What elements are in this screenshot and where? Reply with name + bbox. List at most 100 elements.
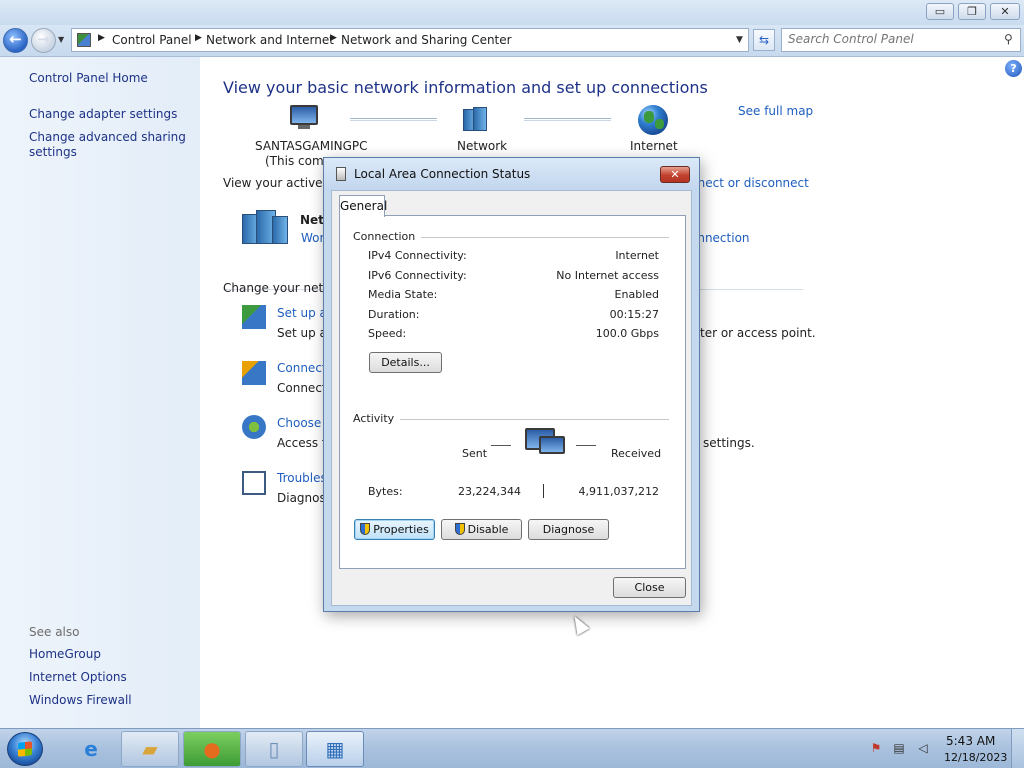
internet-explorer-icon: e [84, 737, 98, 761]
address-row: ← → ▼ ▶ Control Panel ▶ Network and Inte… [0, 25, 1024, 57]
dialog-titlebar[interactable]: Local Area Connection Status ✕ [324, 158, 699, 190]
network-activity-icon [525, 428, 573, 472]
dialog-close-button[interactable]: ✕ [660, 166, 690, 183]
breadcrumb-chevron-icon[interactable]: ▶ [330, 33, 337, 43]
minimize-button[interactable]: ▭ [926, 3, 954, 20]
taskbar-control-panel[interactable]: ▦ [306, 731, 364, 767]
tab-general[interactable]: General [339, 195, 387, 217]
close-icon: ✕ [1000, 5, 1010, 18]
task-connect-network-link[interactable]: Connect [277, 361, 327, 375]
disable-button[interactable]: Disable [441, 519, 522, 540]
properties-button-label: Properties [373, 523, 429, 536]
duration-label: Duration: [368, 308, 420, 321]
refresh-button[interactable]: ⇆ [753, 29, 775, 51]
close-button[interactable]: Close [613, 577, 686, 598]
task-choose-homegroup-desc: Access fi [277, 436, 330, 450]
recent-pages-dropdown-icon[interactable]: ▼ [58, 35, 64, 44]
task-setup-connection-link[interactable]: Set up a [277, 306, 327, 320]
close-icon: ✕ [670, 168, 680, 181]
page-title: View your basic network information and … [223, 78, 708, 97]
windows-logo-icon [18, 741, 32, 757]
taskbar-file-explorer[interactable]: ▰ [121, 731, 179, 767]
setup-connection-icon [242, 305, 266, 329]
window-titlebar: ▭ ❐ ✕ [0, 0, 1024, 25]
breadcrumb-chevron-icon[interactable]: ▶ [195, 33, 202, 43]
clock-time[interactable]: 5:43 AM [946, 734, 995, 748]
search-icon[interactable]: ⚲ [1004, 32, 1013, 46]
uac-shield-icon [454, 523, 465, 535]
network-map-line [524, 118, 611, 121]
activity-group-line [353, 419, 669, 420]
restore-icon: ❐ [967, 5, 977, 18]
search-box[interactable]: ⚲ [781, 28, 1021, 52]
volume-muted-icon[interactable]: ◁ [915, 741, 931, 757]
ipv6-connectivity-value: No Internet access [556, 269, 659, 282]
sent-label: Sent [462, 447, 488, 460]
breadcrumb-network-and-sharing-center[interactable]: Network and Sharing Center [341, 33, 512, 47]
network-tray-icon[interactable]: ▤ [891, 741, 907, 757]
network-icon[interactable] [463, 107, 493, 131]
taskbar-internet-explorer[interactable]: e [62, 731, 120, 767]
computer-icon [290, 105, 318, 129]
help-icon[interactable]: ? [1005, 60, 1022, 77]
change-advanced-sharing-link[interactable]: Change advanced sharing [29, 130, 186, 144]
address-bar[interactable]: ▶ Control Panel ▶ Network and Internet ▶… [71, 28, 749, 52]
start-button[interactable] [7, 732, 43, 766]
internet-options-link[interactable]: Internet Options [29, 670, 127, 684]
internet-label: Internet [630, 139, 678, 153]
search-input[interactable] [788, 32, 998, 46]
bytes-sent-value: 23,224,344 [458, 485, 521, 498]
computer-sub-label: (This comp [265, 154, 332, 168]
network-label: Network [457, 139, 508, 153]
connect-or-disconnect-link[interactable]: nnect or disconnect [690, 176, 809, 190]
document-icon: ▯ [268, 737, 280, 761]
breadcrumb-control-panel[interactable]: Control Panel [112, 33, 192, 47]
control-panel-icon [77, 33, 91, 47]
change-settings-heading: Change your netw [223, 281, 334, 295]
disable-button-label: Disable [467, 523, 509, 536]
task-connect-network-desc: Connect [277, 381, 327, 395]
breadcrumb-chevron-icon[interactable]: ▶ [98, 33, 105, 43]
ipv4-connectivity-label: IPv4 Connectivity: [368, 249, 467, 262]
ipv6-connectivity-label: IPv6 Connectivity: [368, 269, 467, 282]
clock-date[interactable]: 12/18/2023 [944, 751, 1007, 764]
task-choose-homegroup-desc-tail: settings. [703, 436, 755, 450]
properties-button[interactable]: Properties [354, 519, 435, 540]
taskbar-notepad[interactable]: ▯ [245, 731, 303, 767]
change-adapter-settings-link[interactable]: Change adapter settings [29, 107, 177, 121]
control-panel-home-link[interactable]: Control Panel Home [29, 71, 148, 85]
dialog-client-area: General Connection IPv4 Connectivity: In… [331, 190, 692, 606]
breadcrumb-network-and-internet[interactable]: Network and Internet [206, 33, 334, 47]
homegroup-link[interactable]: HomeGroup [29, 647, 101, 661]
computer-name-label: SANTASGAMINGPC [255, 139, 368, 153]
received-label: Received [611, 447, 662, 460]
speed-value: 100.0 Gbps [595, 327, 659, 340]
back-button[interactable]: ← [3, 28, 28, 53]
task-troubleshoot-link[interactable]: Troubles [277, 471, 327, 485]
taskbar: e ▰ ● ▯ ▦ ⚑ ▤ ◁ 5:43 AM 12/18/2023 [0, 728, 1024, 768]
close-window-button[interactable]: ✕ [990, 3, 1020, 20]
ipv4-connectivity-value: Internet [615, 249, 659, 262]
firefox-icon: ● [203, 737, 221, 761]
windows-firewall-link[interactable]: Windows Firewall [29, 693, 132, 707]
control-panel-icon: ▦ [325, 737, 345, 761]
connection-status-icon [336, 167, 346, 181]
address-dropdown-icon[interactable]: ▼ [736, 35, 743, 45]
see-also-heading: See also [29, 625, 80, 639]
details-button[interactable]: Details... [369, 352, 442, 373]
taskbar-firefox[interactable]: ● [183, 731, 241, 767]
action-center-icon[interactable]: ⚑ [868, 741, 884, 757]
forward-button[interactable]: → [31, 28, 56, 53]
show-desktop-button[interactable] [1011, 729, 1024, 768]
see-full-map-link[interactable]: See full map [738, 104, 813, 118]
system-tray: ⚑ ▤ ◁ 5:43 AM 12/18/2023 [860, 729, 1024, 768]
internet-globe-icon[interactable] [638, 105, 668, 135]
network-type-link[interactable]: Wor [301, 231, 324, 245]
restore-button[interactable]: ❐ [958, 3, 986, 20]
diagnose-button[interactable]: Diagnose [528, 519, 609, 540]
general-tab-panel: Connection IPv4 Connectivity: Internet I… [339, 215, 686, 569]
active-network-name: Net [300, 213, 324, 227]
folder-icon: ▰ [142, 737, 158, 761]
change-advanced-sharing-link-line2[interactable]: settings [29, 145, 77, 159]
media-state-label: Media State: [368, 288, 438, 301]
